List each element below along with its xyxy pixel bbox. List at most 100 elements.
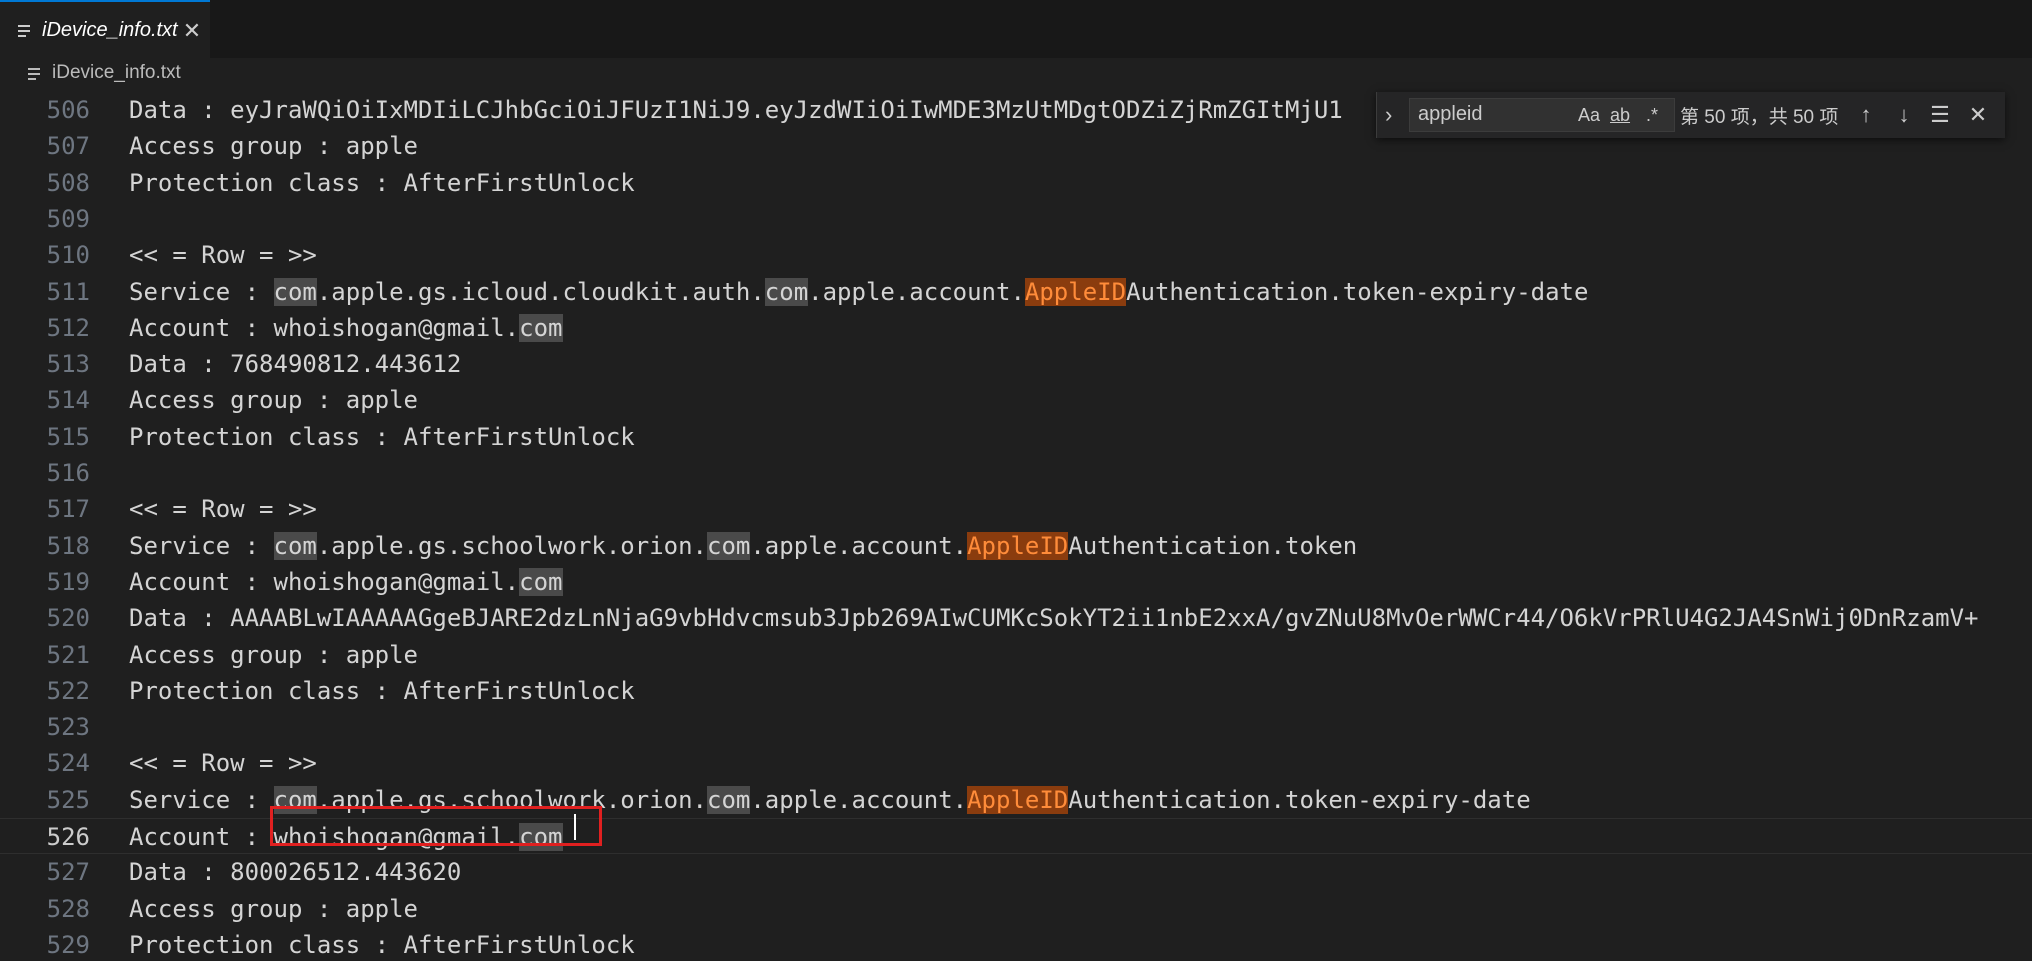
next-match-icon[interactable]: ↓ bbox=[1891, 102, 1917, 128]
editor-line[interactable]: 515 Protection class : AfterFirstUnlock bbox=[0, 419, 2032, 455]
editor-line[interactable]: 516 bbox=[0, 455, 2032, 491]
search-match: com bbox=[273, 531, 317, 560]
line-number: 522 bbox=[46, 676, 90, 705]
line-text: Protection class : AfterFirstUnlock bbox=[129, 673, 635, 709]
tab-idevice-info[interactable]: iDevice_info.txt ✕ bbox=[0, 0, 210, 58]
text-segment: Data : 768490812.443612 bbox=[129, 350, 462, 379]
text-segment: .apple.gs.icloud.cloudkit.auth. bbox=[316, 277, 765, 306]
editor-line[interactable]: 511 Service : com.apple.gs.icloud.cloudki… bbox=[0, 274, 2032, 310]
line-number: 506 bbox=[46, 96, 90, 124]
editor-line[interactable]: 529 Protection class : AfterFirstUnlock bbox=[0, 927, 2032, 961]
line-text: Account : whoishogan@gmail.com bbox=[129, 310, 563, 346]
line-number: 525 bbox=[46, 785, 90, 814]
line-text: Service : com.apple.gs.schoolwork.orion.… bbox=[129, 528, 1357, 564]
text-segment: Protection class : AfterFirstUnlock bbox=[129, 676, 635, 705]
editor-line[interactable]: 518 Service : com.apple.gs.schoolwork.ori… bbox=[0, 528, 2032, 564]
editor-line[interactable]: 524 << = Row = >> bbox=[0, 745, 2032, 781]
editor-line[interactable]: 509 bbox=[0, 201, 2032, 237]
find-input[interactable]: appleid Aa ab .* bbox=[1409, 98, 1675, 132]
text-segment: << = Row = >> bbox=[129, 495, 317, 524]
line-number: 512 bbox=[46, 313, 90, 342]
line-text: Protection class : AfterFirstUnlock bbox=[129, 927, 635, 961]
breadcrumb-file[interactable]: iDevice_info.txt bbox=[52, 62, 181, 84]
line-text: << = Row = >> bbox=[129, 237, 317, 273]
previous-match-icon[interactable]: ↑ bbox=[1853, 102, 1879, 128]
line-number: 529 bbox=[46, 930, 90, 959]
line-number: 519 bbox=[46, 567, 90, 596]
line-number: 515 bbox=[46, 422, 90, 451]
line-text: Protection class : AfterFirstUnlock bbox=[129, 165, 635, 201]
line-text: Data : eyJraWQiOiIxMDIiLCJhbGciOiJFUzI1N… bbox=[129, 92, 1343, 128]
text-segment: .apple.account. bbox=[808, 277, 1025, 306]
line-text: Protection class : AfterFirstUnlock bbox=[129, 419, 635, 455]
line-number: 520 bbox=[46, 604, 90, 633]
line-text: Access group : apple bbox=[129, 637, 418, 673]
close-find-icon[interactable]: ✕ bbox=[1965, 102, 1991, 128]
text-segment: Account : whoishogan@gmail. bbox=[129, 313, 520, 342]
line-text: Service : com.apple.gs.icloud.cloudkit.a… bbox=[129, 274, 1588, 310]
line-number: 513 bbox=[46, 350, 90, 379]
whole-word-icon[interactable]: ab bbox=[1610, 103, 1630, 127]
text-segment: Authentication.token bbox=[1068, 531, 1358, 560]
find-input-value: appleid bbox=[1418, 103, 1483, 125]
text-segment: Protection class : AfterFirstUnlock bbox=[129, 930, 635, 959]
match-case-icon[interactable]: Aa bbox=[1578, 103, 1600, 127]
line-text: Access group : apple bbox=[129, 128, 418, 164]
line-text: << = Row = >> bbox=[129, 745, 317, 781]
editor-line[interactable]: 512 Account : whoishogan@gmail.com bbox=[0, 310, 2032, 346]
text-segment: .apple.account. bbox=[750, 531, 968, 560]
line-text: Data : AAAABLwIAAAAAGgeBJARE2dzLnNjaG9vb… bbox=[129, 600, 1979, 636]
text-segment: << = Row = >> bbox=[129, 749, 317, 778]
editor-line[interactable]: 513 Data : 768490812.443612 bbox=[0, 346, 2032, 382]
toggle-replace-chevron-icon[interactable]: › bbox=[1385, 102, 1403, 128]
line-number: 526 bbox=[46, 823, 90, 851]
text-segment: Data : AAAABLwIAAAAAGgeBJARE2dzLnNjaG9vb… bbox=[129, 604, 1979, 633]
match-count: 第 50 项，共 50 项 bbox=[1680, 107, 1839, 128]
editor-line[interactable]: 510 << = Row = >> bbox=[0, 237, 2032, 273]
line-number: 510 bbox=[46, 241, 90, 270]
text-segment: Protection class : AfterFirstUnlock bbox=[129, 168, 635, 197]
line-number: 517 bbox=[46, 495, 90, 524]
search-match: com bbox=[519, 313, 563, 342]
editor-line[interactable]: 523 bbox=[0, 709, 2032, 745]
text-segment: .apple.account. bbox=[750, 785, 968, 814]
line-text: Account : whoishogan@gmail.com bbox=[129, 564, 563, 600]
text-segment: << = Row = >> bbox=[129, 241, 317, 270]
line-text: Access group : apple bbox=[129, 891, 418, 927]
editor-line[interactable]: 508 Protection class : AfterFirstUnlock bbox=[0, 165, 2032, 201]
text-segment: Service : bbox=[129, 531, 274, 560]
line-number: 514 bbox=[46, 386, 90, 415]
editor-line[interactable]: 528 Access group : apple bbox=[0, 891, 2032, 927]
regex-icon[interactable]: .* bbox=[1646, 103, 1658, 127]
text-segment: Access group : apple bbox=[129, 132, 418, 161]
search-match: com bbox=[707, 531, 751, 560]
line-number: 518 bbox=[46, 531, 90, 560]
editor-line[interactable]: 520 Data : AAAABLwIAAAAAGgeBJARE2dzLnNjaG… bbox=[0, 600, 2032, 636]
find-in-selection-icon[interactable]: ☰ bbox=[1927, 102, 1953, 128]
search-match: com bbox=[273, 277, 317, 306]
close-icon[interactable]: ✕ bbox=[181, 20, 203, 42]
text-segment: Access group : apple bbox=[129, 386, 418, 415]
line-text: Data : 768490812.443612 bbox=[129, 346, 461, 382]
text-segment: Data : 800026512.443620 bbox=[129, 858, 462, 887]
text-segment: Service : bbox=[129, 277, 274, 306]
tab-bar: iDevice_info.txt ✕ bbox=[0, 0, 2032, 59]
search-match-highlight: AppleID bbox=[967, 531, 1069, 560]
tab-label: iDevice_info.txt bbox=[42, 19, 178, 41]
editor-line[interactable]: 521 Access group : apple bbox=[0, 637, 2032, 673]
editor-line[interactable]: 522 Protection class : AfterFirstUnlock bbox=[0, 673, 2032, 709]
editor-line[interactable]: 527 Data : 800026512.443620 bbox=[0, 854, 2032, 890]
line-text: << = Row = >> bbox=[129, 491, 317, 527]
line-number: 521 bbox=[46, 640, 90, 669]
line-number: 509 bbox=[46, 204, 90, 233]
line-number: 527 bbox=[46, 858, 90, 887]
text-segment: Access group : apple bbox=[129, 640, 418, 669]
line-number: 507 bbox=[46, 132, 90, 161]
search-match-highlight: AppleID bbox=[1024, 277, 1127, 306]
text-segment: Account : whoishogan@gmail. bbox=[129, 567, 520, 596]
editor-line[interactable]: 514 Access group : apple bbox=[0, 382, 2032, 418]
editor-line[interactable]: 517 << = Row = >> bbox=[0, 491, 2032, 527]
line-number: 528 bbox=[46, 894, 90, 923]
editor-line[interactable]: 519 Account : whoishogan@gmail.com bbox=[0, 564, 2032, 600]
annotation-highlight-box bbox=[270, 806, 602, 846]
